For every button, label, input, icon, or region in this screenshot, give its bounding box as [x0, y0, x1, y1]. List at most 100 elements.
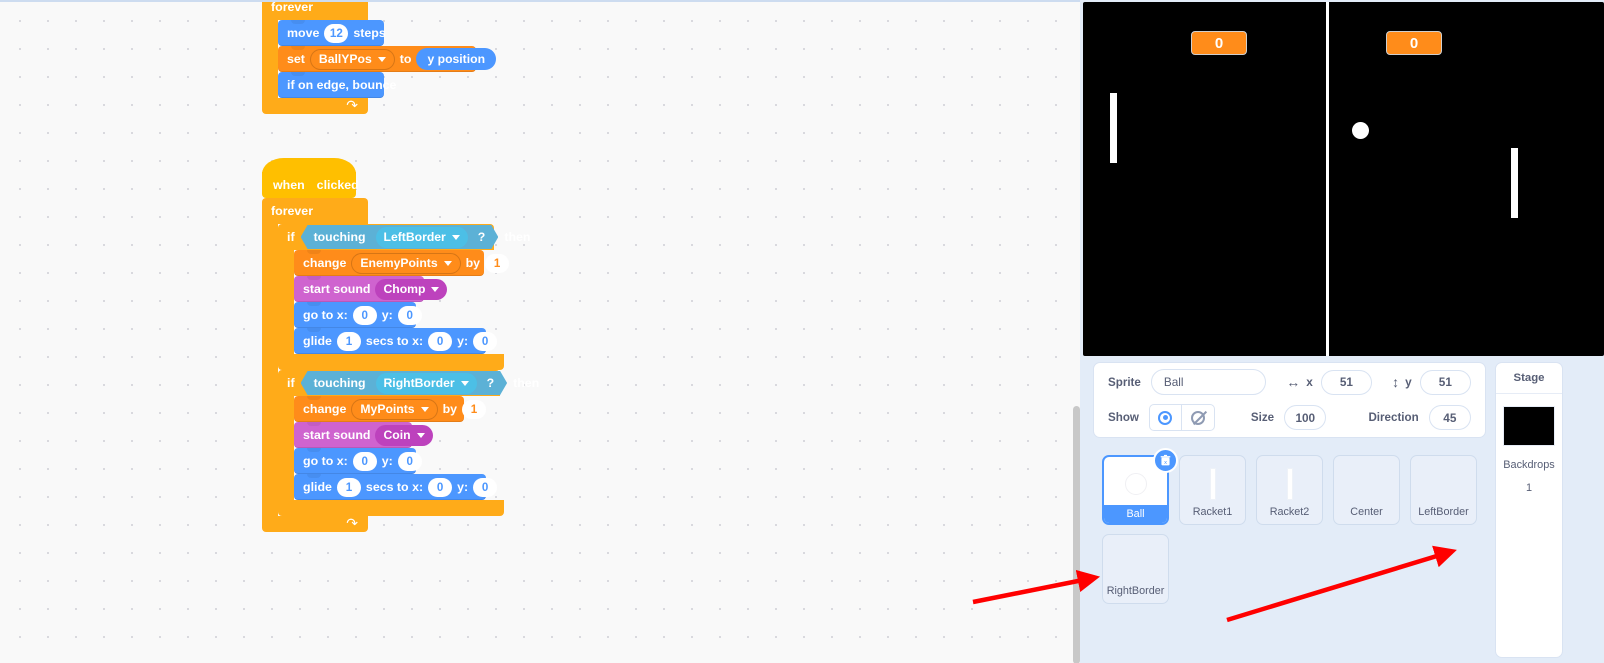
show-visible-button[interactable] — [1148, 404, 1182, 431]
variable-dropdown-ballypos[interactable]: BallYPos — [309, 48, 395, 70]
stage-selector-panel[interactable]: Stage Backdrops 1 — [1495, 362, 1563, 658]
move-steps-input[interactable]: 12 — [324, 23, 349, 43]
start-sound-chomp-block[interactable]: start sound Chomp — [294, 276, 448, 302]
chevron-down-icon — [420, 406, 429, 412]
start-sound-label-2: start sound — [303, 428, 371, 442]
workspace-vertical-scrollbar[interactable] — [1073, 406, 1080, 663]
if-foot-2 — [278, 500, 504, 516]
glide-x-input-2[interactable]: 0 — [428, 477, 453, 497]
by-label-1: by — [465, 256, 481, 270]
if-touching-leftborder-block[interactable]: if touching LeftBorder ? then change Ene… — [278, 224, 530, 370]
sound-dropdown-chomp[interactable]: Chomp — [375, 278, 448, 300]
if-touching-rightborder-block[interactable]: if touching RightBorder ? then change My… — [278, 370, 539, 516]
y-position-reporter[interactable]: y position — [416, 48, 497, 70]
go-to-y-input-2[interactable]: 0 — [397, 451, 422, 471]
sprite-tile-leftborder[interactable]: LeftBorder — [1410, 455, 1477, 525]
sprite-size-input[interactable]: 100 — [1284, 405, 1327, 430]
move-steps-block[interactable]: move 12 steps — [278, 20, 386, 46]
racket2-sprite[interactable] — [1511, 148, 1518, 218]
size-label: Size — [1250, 411, 1275, 424]
change-label-2: change — [303, 402, 347, 416]
glide-secs-input-2[interactable]: 1 — [336, 477, 361, 497]
if-foot-1 — [278, 354, 504, 370]
if-arm-2 — [278, 396, 294, 500]
variable-dropdown-enemypoints[interactable]: EnemyPoints — [351, 252, 461, 274]
ball-sprite[interactable] — [1352, 122, 1369, 139]
go-to-x-input-1[interactable]: 0 — [352, 305, 377, 325]
ball-thumb-shape — [1124, 473, 1147, 495]
touching-leftborder-boolean[interactable]: touching LeftBorder ? — [301, 225, 499, 249]
start-sound-coin-block[interactable]: start sound Coin — [294, 422, 433, 448]
sprite-tile-label: Ball — [1104, 505, 1167, 523]
variable-dropdown-mypoints[interactable]: MyPoints — [351, 398, 438, 420]
change-amount-input-1[interactable]: 1 — [485, 253, 510, 273]
racket-thumb-shape — [1210, 469, 1215, 499]
my-score-display: 0 — [1386, 31, 1442, 55]
go-to-y-input-1[interactable]: 0 — [397, 305, 422, 325]
glide-y-input-1[interactable]: 0 — [473, 331, 498, 351]
start-sound-label-1: start sound — [303, 282, 371, 296]
touching-target-dropdown-rightborder[interactable]: RightBorder — [376, 373, 477, 394]
code-workspace-canvas[interactable]: forever move 12 steps set BallYPos to y … — [0, 0, 1080, 663]
when-label: when — [273, 178, 305, 192]
x-label: x — [1306, 375, 1313, 389]
sprite-tile-center[interactable]: Center — [1333, 455, 1400, 525]
go-to-xy-block-2[interactable]: go to x: 0 y: 0 — [294, 448, 422, 474]
stage-view[interactable]: 0 0 — [1083, 2, 1604, 356]
show-hidden-button[interactable] — [1181, 404, 1215, 431]
glide-secs-to-x-label-2: secs to x: — [365, 480, 424, 494]
sprite-tile-racket1[interactable]: Racket1 — [1179, 455, 1246, 525]
racket1-sprite[interactable] — [1110, 93, 1117, 163]
if-header-rightborder[interactable]: if touching RightBorder ? then — [278, 370, 539, 396]
touching-label-2: touching — [313, 376, 366, 390]
sprite-label: Sprite — [1108, 375, 1141, 389]
forever-arm-1 — [262, 20, 278, 98]
glide-x-input-1[interactable]: 0 — [428, 331, 453, 351]
show-toggle-group[interactable] — [1148, 404, 1215, 431]
glide-label-2: glide — [303, 480, 332, 494]
sprite-tile-ball[interactable]: Ball x — [1102, 448, 1178, 525]
change-amount-input-2[interactable]: 1 — [462, 399, 487, 419]
if-label-1: if — [287, 230, 295, 244]
go-to-x-input-2[interactable]: 0 — [352, 451, 377, 471]
touching-target-dropdown-leftborder[interactable]: LeftBorder — [376, 227, 468, 248]
glide-to-xy-block-1[interactable]: glide 1 secs to x: 0 y: 0 — [294, 328, 498, 354]
sprite-x-input[interactable]: 51 — [1320, 369, 1373, 395]
change-enemypoints-block[interactable]: change EnemyPoints by 1 — [294, 250, 510, 276]
sprite-tile-racket2[interactable]: Racket2 — [1256, 455, 1323, 525]
sprite-thumbnail-leftborder — [1411, 464, 1476, 504]
change-label-1: change — [303, 256, 347, 270]
if-on-edge-bounce-block[interactable]: if on edge, bounce — [278, 72, 396, 98]
sprite-y-input[interactable]: 51 — [1419, 369, 1471, 395]
when-green-flag-clicked-hat[interactable]: when clicked — [262, 158, 359, 198]
sprite-thumbnail-center — [1334, 464, 1399, 504]
glide-secs-input-1[interactable]: 1 — [336, 331, 361, 351]
script-ball-movement[interactable]: forever move 12 steps set BallYPos to y … — [262, 2, 497, 114]
racket-thumb-shape — [1287, 469, 1292, 499]
set-variable-block[interactable]: set BallYPos to y position — [278, 46, 497, 72]
if-label-2: if — [287, 376, 295, 390]
glide-y-input-2[interactable]: 0 — [473, 477, 498, 497]
change-mypoints-block[interactable]: change MyPoints by 1 — [294, 396, 487, 422]
go-to-xy-block-1[interactable]: go to x: 0 y: 0 — [294, 302, 422, 328]
sprite-name-input[interactable]: Ball — [1150, 369, 1267, 395]
touching-rightborder-boolean[interactable]: touching RightBorder ? — [301, 371, 508, 395]
if-header-leftborder[interactable]: if touching LeftBorder ? then — [278, 224, 530, 250]
glide-secs-to-x-label-1: secs to x: — [365, 334, 424, 348]
stage-selector-column: Stage Backdrops 1 — [1495, 362, 1563, 663]
sound-dropdown-coin[interactable]: Coin — [375, 424, 433, 446]
glide-label-1: glide — [303, 334, 332, 348]
delete-sprite-button[interactable]: x — [1153, 448, 1178, 473]
sprite-list[interactable]: Ball x Racket1 Racket2 Center LeftBorder… — [1093, 446, 1486, 652]
hat-cap — [262, 158, 356, 174]
sprite-tile-rightborder[interactable]: RightBorder — [1102, 534, 1169, 604]
question-mark-2: ? — [486, 376, 495, 390]
forever-block-2[interactable]: forever if touching LeftBorder ? then ch… — [262, 198, 539, 532]
script-scoring[interactable]: when clicked forever if touching LeftBor… — [262, 158, 539, 532]
sprite-direction-input[interactable]: 45 — [1428, 405, 1471, 430]
then-label-1: then — [504, 230, 531, 244]
forever-block-1[interactable]: forever move 12 steps set BallYPos to y … — [262, 2, 497, 114]
stage-thumbnail[interactable] — [1503, 406, 1555, 446]
glide-to-xy-block-2[interactable]: glide 1 secs to x: 0 y: 0 — [294, 474, 498, 500]
steps-label: steps — [353, 26, 386, 40]
